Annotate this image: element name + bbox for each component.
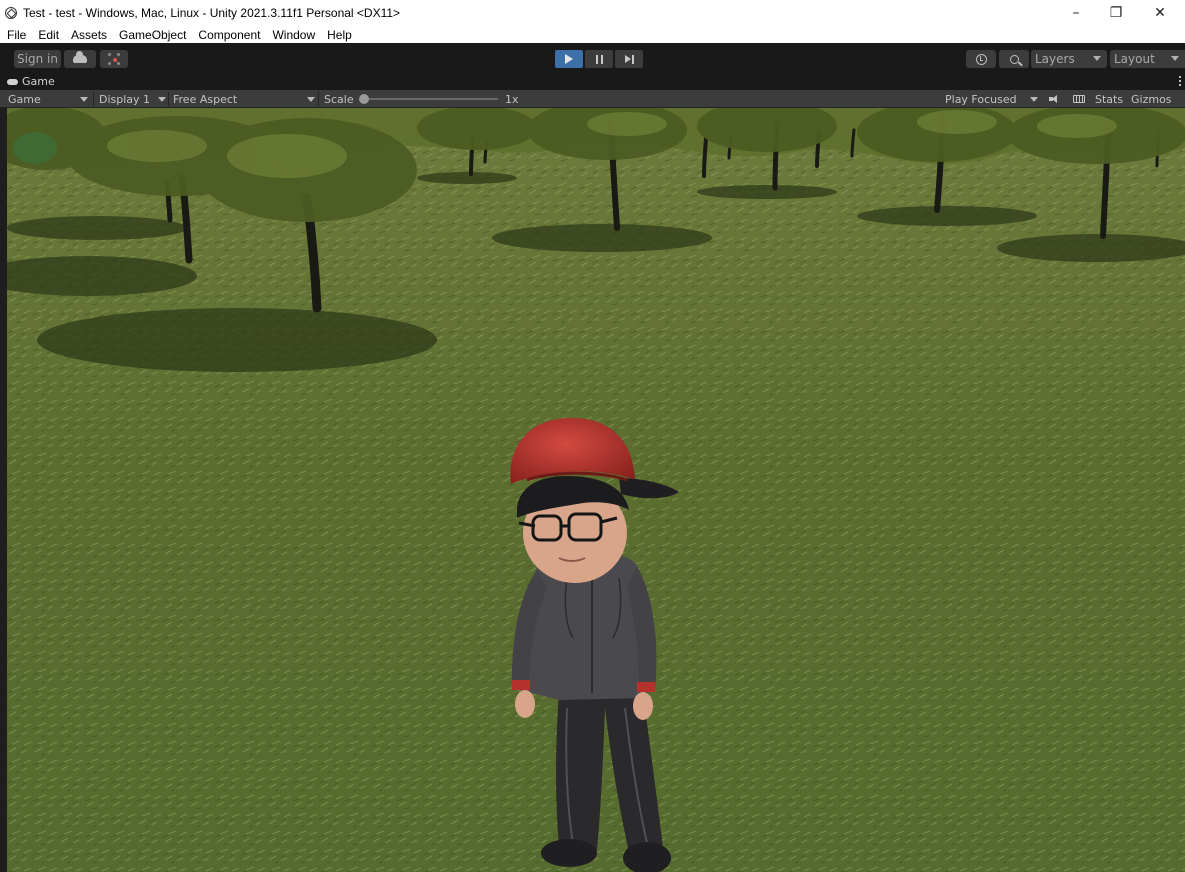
play-controls bbox=[555, 50, 643, 68]
character-left-shoe bbox=[541, 839, 597, 867]
scale-slider-track[interactable] bbox=[364, 98, 498, 100]
menu-assets[interactable]: Assets bbox=[71, 28, 107, 42]
window-title-bar[interactable]: Test - test - Windows, Mac, Linux - Unit… bbox=[0, 0, 1185, 26]
layers-label: Layers bbox=[1035, 52, 1075, 66]
menu-file[interactable]: File bbox=[7, 28, 26, 42]
keyboard-icon bbox=[1073, 95, 1085, 103]
cloud-icon bbox=[73, 51, 87, 63]
divider bbox=[168, 92, 169, 106]
menu-window[interactable]: Window bbox=[272, 28, 315, 42]
scene-render bbox=[7, 108, 1185, 872]
history-icon bbox=[975, 53, 987, 65]
gizmos-label: Gizmos bbox=[1131, 92, 1172, 106]
game-view-toolbar: Game Display 1 Free Aspect Scale 1x Play… bbox=[0, 90, 1185, 108]
display-dropdown[interactable]: Display 1 bbox=[99, 90, 167, 108]
chevron-down-icon bbox=[1093, 56, 1101, 61]
pause-button[interactable] bbox=[585, 50, 613, 68]
chevron-down-icon bbox=[307, 97, 315, 102]
tab-game[interactable]: Game bbox=[7, 73, 67, 90]
kebab-dot-icon bbox=[1179, 76, 1181, 78]
game-viewport[interactable] bbox=[7, 108, 1185, 872]
tab-menu-button[interactable] bbox=[1179, 76, 1181, 86]
collab-icon bbox=[108, 53, 120, 65]
chevron-down-icon bbox=[1030, 97, 1038, 102]
view-mode-dropdown[interactable]: Game bbox=[8, 90, 92, 108]
stats-button[interactable]: Stats bbox=[1095, 90, 1123, 108]
display-label: Display 1 bbox=[99, 92, 151, 106]
chevron-down-icon bbox=[1171, 56, 1179, 61]
layout-dropdown[interactable]: Layout bbox=[1110, 50, 1185, 68]
menu-gameobject[interactable]: GameObject bbox=[119, 28, 186, 42]
gizmos-dropdown[interactable]: Gizmos bbox=[1131, 90, 1185, 108]
restore-button[interactable]: ❐ bbox=[1096, 0, 1136, 26]
small-tree-left bbox=[13, 132, 57, 164]
editor-tab-strip: Game bbox=[0, 73, 1185, 90]
step-button[interactable] bbox=[615, 50, 643, 68]
play-mode-label: Play Focused bbox=[945, 92, 1017, 106]
scale-value: 1x bbox=[505, 92, 519, 106]
chevron-down-icon bbox=[80, 97, 88, 102]
kebab-dot-icon bbox=[1179, 84, 1181, 86]
menu-help[interactable]: Help bbox=[327, 28, 352, 42]
undo-history-button[interactable] bbox=[966, 50, 996, 68]
step-icon bbox=[624, 54, 634, 64]
layers-dropdown[interactable]: Layers bbox=[1031, 50, 1107, 68]
tab-game-label: Game bbox=[22, 75, 55, 88]
cloud-button[interactable] bbox=[64, 50, 96, 68]
aspect-dropdown[interactable]: Free Aspect bbox=[173, 90, 317, 108]
layout-label: Layout bbox=[1114, 52, 1155, 66]
main-toolbar: Sign in Layers Layout bbox=[0, 43, 1185, 73]
gamepad-icon bbox=[7, 78, 18, 85]
window-title: Test - test - Windows, Mac, Linux - Unit… bbox=[23, 6, 401, 20]
search-icon bbox=[1009, 54, 1019, 64]
close-button[interactable]: ✕ bbox=[1140, 0, 1180, 26]
menu-component[interactable]: Component bbox=[198, 28, 260, 42]
play-icon bbox=[565, 54, 573, 64]
character-right-hand bbox=[633, 692, 653, 720]
kebab-dot-icon bbox=[1179, 80, 1181, 82]
view-mode-label: Game bbox=[8, 92, 41, 106]
divider bbox=[318, 92, 319, 106]
menu-bar: File Edit Assets GameObject Component Wi… bbox=[0, 26, 1185, 43]
character-left-hand bbox=[515, 690, 535, 718]
divider bbox=[93, 92, 94, 106]
sign-in-button[interactable]: Sign in bbox=[14, 50, 61, 68]
scale-label: Scale bbox=[324, 92, 354, 106]
play-button[interactable] bbox=[555, 50, 583, 68]
collab-button[interactable] bbox=[100, 50, 128, 68]
minimize-button[interactable]: – bbox=[1056, 0, 1096, 26]
aspect-label: Free Aspect bbox=[173, 92, 238, 106]
shortcuts-button[interactable] bbox=[1073, 90, 1085, 108]
scale-slider-handle[interactable] bbox=[359, 94, 369, 104]
unity-logo-icon bbox=[5, 7, 17, 19]
search-button[interactable] bbox=[999, 50, 1029, 68]
play-mode-dropdown[interactable]: Play Focused bbox=[945, 90, 1039, 108]
mute-audio-button[interactable] bbox=[1049, 90, 1059, 108]
speaker-icon bbox=[1049, 95, 1059, 103]
pause-icon bbox=[595, 54, 603, 64]
chevron-down-icon bbox=[158, 97, 166, 102]
menu-edit[interactable]: Edit bbox=[38, 28, 59, 42]
